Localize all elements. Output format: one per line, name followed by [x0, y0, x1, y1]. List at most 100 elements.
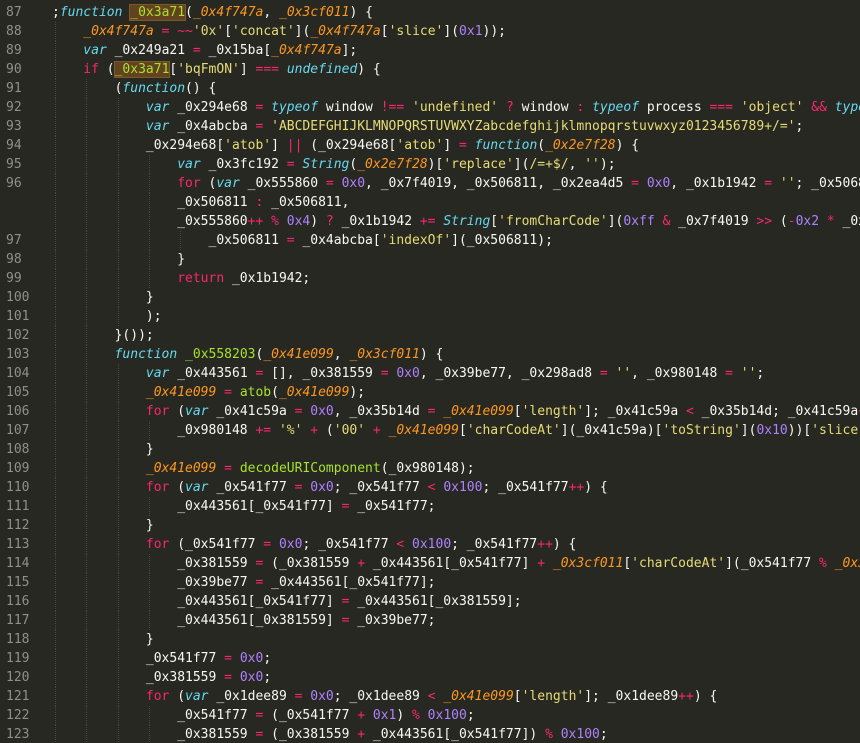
operator-token: ++ — [678, 689, 694, 704]
line-number: 100 — [6, 290, 30, 305]
code-line[interactable]: 90 if (_0x3a71['bqFmON'] === undefined) { — [0, 60, 860, 79]
operator-token: + — [310, 423, 319, 438]
indent-guide — [86, 554, 88, 573]
indent-guide — [148, 421, 150, 440]
line-number: 98 — [6, 252, 22, 267]
keyword-token: var — [83, 43, 107, 58]
code-text: _0x443561[_0x381559]; — [349, 594, 522, 609]
code-text: [ — [513, 404, 522, 419]
code-line[interactable]: 114 _0x381559 = (_0x381559 + _0x443561[_0… — [0, 554, 860, 573]
code-line[interactable]: 105 _0x41e099 = atob(_0x41e099); — [0, 383, 860, 402]
code-text: _0x15ba[ — [200, 43, 272, 58]
code-line[interactable]: 100} — [0, 288, 860, 307]
code-text: _0x39be77 — [177, 575, 256, 590]
code-text: _0x1b1942; — [224, 271, 311, 286]
code-line[interactable]: 103 function _0x558203(_0x41e099, _0x3cf0… — [0, 345, 860, 364]
code-editor[interactable]: 87 ;function _0x3a71(_0x4f747a, _0x3cf011… — [0, 3, 860, 743]
indent-guide — [86, 307, 88, 326]
code-line[interactable]: 115 _0x39be77 = _0x443561[_0x541f77]; — [0, 573, 860, 592]
operator-token: === — [709, 100, 733, 115]
string-token: '' — [740, 366, 757, 381]
operator-token: === — [255, 62, 279, 77]
code-line[interactable]: 95 var _0x3fc192 = String(_0x2e7f28)['rep… — [0, 155, 860, 174]
indent-guide — [86, 535, 88, 554]
code-text: , _0x7f4019, _0x506811, _0x2ea4d5 — [365, 176, 632, 191]
indent-guide — [55, 630, 56, 649]
code-line[interactable]: 107 _0x980148 += '%' + ('00' + _0x41e099[… — [0, 421, 860, 440]
code-line[interactable]: 113 for (_0x541f77 = 0x0; _0x541f77 < 0x1… — [0, 535, 860, 554]
code-line[interactable]: 104 var _0x443561 = [], _0x381559 = 0x0, … — [0, 364, 860, 383]
line-code: } — [146, 630, 154, 649]
code-text: _0x249a21 — [106, 43, 193, 58]
parameter-token: _0x41e099 — [263, 347, 334, 362]
code-line[interactable]: _0x555860++ % 0x4) ? _0x1b1942 += String… — [0, 212, 860, 231]
code-line[interactable]: 101); — [0, 307, 860, 326]
parameter-token: _0x4f747a — [310, 24, 381, 39]
string-token: 'fromCharCode' — [498, 214, 608, 229]
indent-guide — [55, 288, 56, 307]
indent-guide — [86, 117, 88, 136]
line-number: 112 — [6, 518, 30, 533]
line-code: _0x41e099 = decodeURIComponent(_0x980148… — [146, 459, 475, 478]
indent-guide — [86, 345, 88, 364]
code-text: )); — [482, 24, 507, 39]
operator-token: ++ — [568, 480, 585, 495]
code-line[interactable]: 94 _0x294e68['atob'] || (_0x294e68['atob'… — [0, 136, 860, 155]
code-line[interactable]: 120 _0x381559 = 0x0; — [0, 668, 860, 687]
code-line[interactable]: _0x506811 : _0x506811, — [0, 193, 860, 212]
code-text: _0x555860 — [177, 214, 248, 229]
indent-guide — [55, 307, 56, 326]
indent-guide — [86, 516, 88, 535]
code-text: , — [568, 157, 585, 172]
indent-guide — [86, 573, 88, 592]
code-line[interactable]: 102}()); — [0, 326, 860, 345]
line-number: 122 — [6, 708, 30, 723]
code-line[interactable]: 99 return _0x1b1942; — [0, 269, 860, 288]
code-line[interactable]: 93 var _0x4abcba = 'ABCDEFGHIJKLMNOPQRSTU… — [0, 117, 860, 136]
string-token: 'bqFmON' — [177, 62, 240, 77]
line-number: 104 — [6, 366, 30, 381]
code-text: (_0x541f77 — [263, 708, 358, 723]
code-line[interactable]: 89 var _0x249a21 = _0x15ba[_0x4f747a]; — [0, 41, 860, 60]
code-line[interactable]: 110 for (var _0x541f77 = 0x0; _0x541f77 <… — [0, 478, 860, 497]
indent-guide — [86, 212, 88, 231]
operator-token: = — [459, 138, 467, 153]
code-line[interactable]: 118} — [0, 630, 860, 649]
code-line[interactable]: 87 ;function _0x3a71(_0x4f747a, _0x3cf011… — [0, 3, 860, 22]
code-line[interactable]: 117 _0x443561[_0x381559] = _0x39be77; — [0, 611, 860, 630]
indent-guide — [117, 725, 119, 743]
indent-guide — [117, 497, 119, 516]
code-line[interactable]: 106 for (var _0x41c59a = 0x0, _0x35b14d =… — [0, 402, 860, 421]
code-line[interactable]: 97 _0x506811 = _0x4abcba['indexOf'](_0x50… — [0, 231, 860, 250]
code-line[interactable]: 116 _0x443561[_0x541f77] = _0x443561[_0x3… — [0, 592, 860, 611]
code-line[interactable]: 92 var _0x294e68 = typeof window !== 'und… — [0, 98, 860, 117]
code-line[interactable]: 123 _0x381559 = (_0x381559 + _0x443561[_0… — [0, 725, 860, 743]
line-number: 113 — [6, 537, 30, 552]
code-text: ) { — [693, 689, 718, 704]
number-token: 0x0 — [278, 537, 303, 552]
number-token: 0x0 — [239, 651, 264, 666]
code-line[interactable]: 112} — [0, 516, 860, 535]
code-text: } — [145, 632, 154, 647]
code-line[interactable]: 122 _0x541f77 = (_0x541f77 + 0x1) % 0x100… — [0, 706, 860, 725]
code-line[interactable]: 119 _0x541f77 = 0x0; — [0, 649, 860, 668]
code-line[interactable]: 98} — [0, 250, 860, 269]
string-token: 'slice' — [388, 24, 444, 39]
code-text: (_0x381559 — [263, 727, 358, 742]
indent-guide — [86, 288, 88, 307]
code-line[interactable]: 96 for (var _0x555860 = 0x0, _0x7f4019, _… — [0, 174, 860, 193]
code-line[interactable]: 108} — [0, 440, 860, 459]
code-line[interactable]: 121 for (var _0x1dee89 = 0x0; _0x1dee89 <… — [0, 687, 860, 706]
code-text: } — [177, 252, 186, 267]
operator-token: = — [599, 366, 608, 381]
code-line[interactable]: 88 _0x4f747a = ~~'0x'['concat'](_0x4f747a… — [0, 22, 860, 41]
string-token: '0x' — [192, 24, 225, 39]
code-line[interactable]: 91 (function() { — [0, 79, 860, 98]
code-line[interactable]: 109 _0x41e099 = decodeURIComponent(_0x980… — [0, 459, 860, 478]
indent-guide — [148, 573, 150, 592]
code-line[interactable]: 111 _0x443561[_0x541f77] = _0x541f77; — [0, 497, 860, 516]
